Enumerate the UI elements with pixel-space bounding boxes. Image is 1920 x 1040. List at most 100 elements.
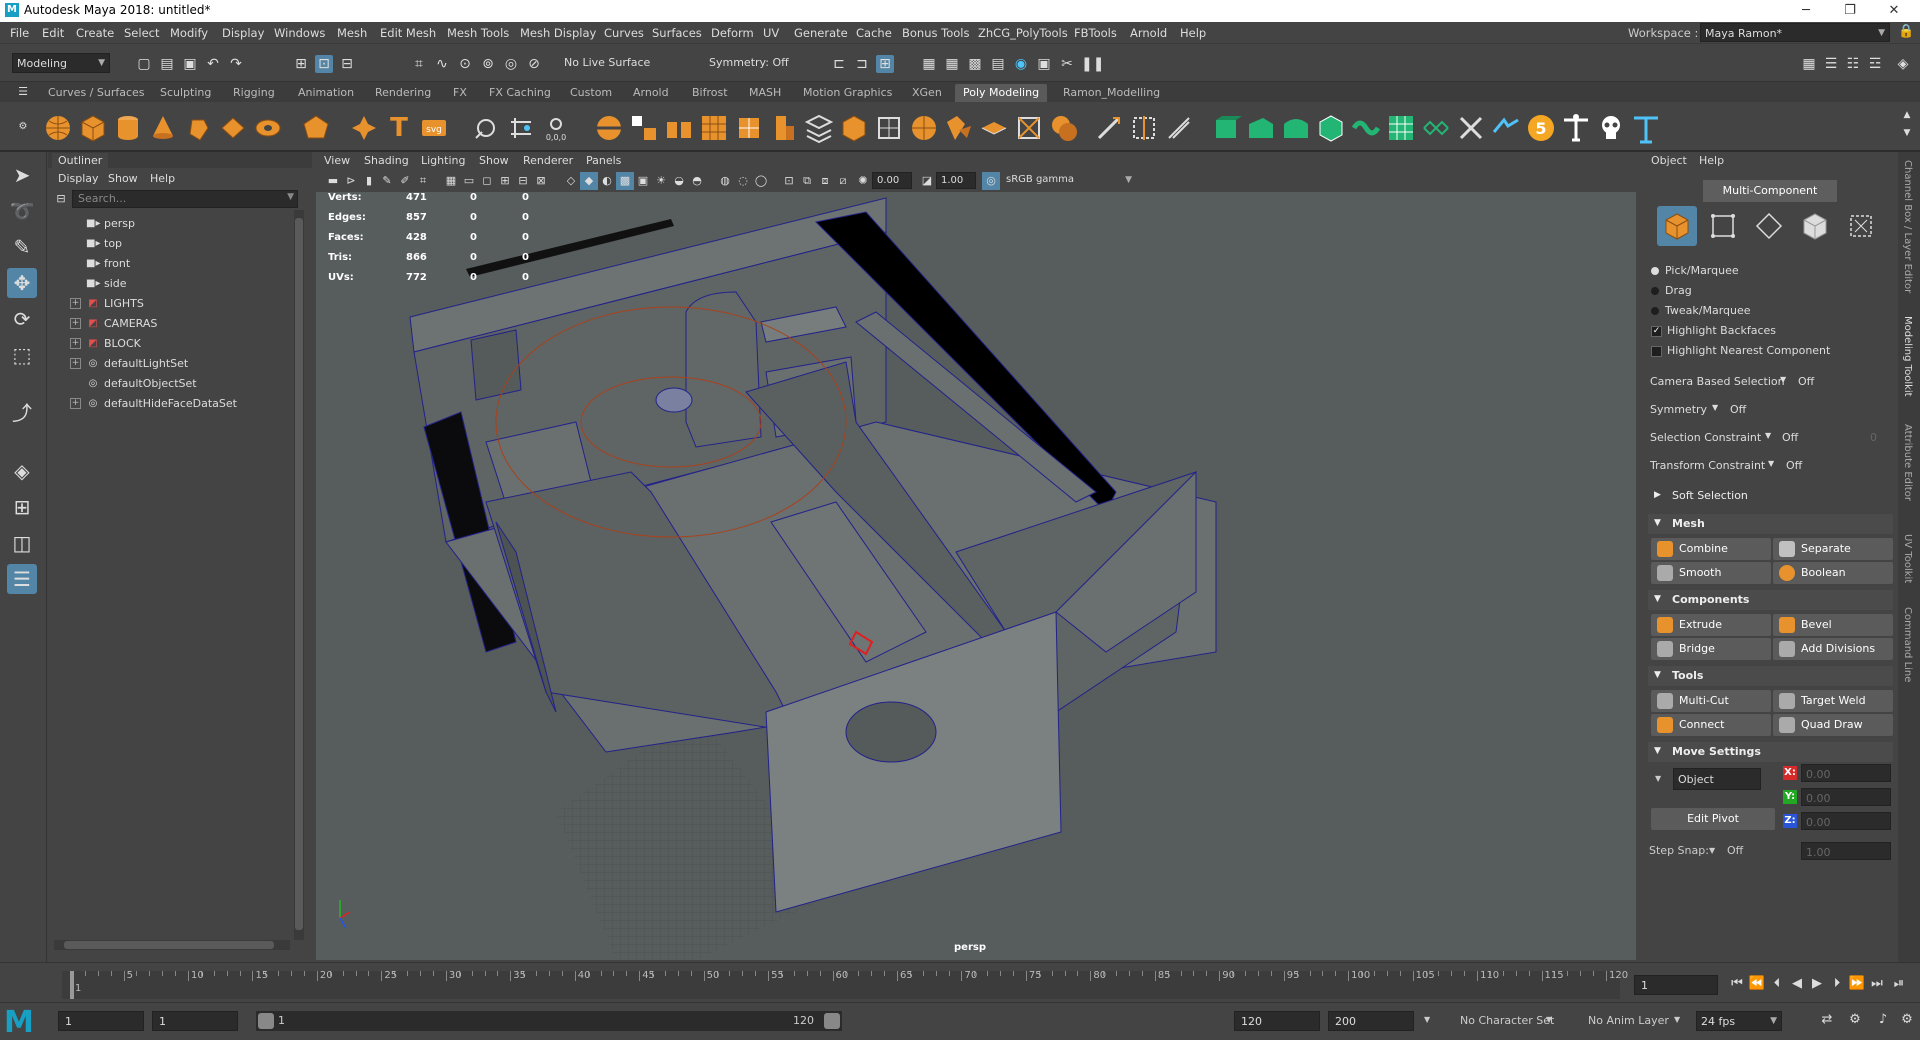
highlight-backfaces-checkbox[interactable]: ✓ Highlight Backfaces <box>1651 324 1776 337</box>
filter-icon[interactable]: ⊟ <box>52 190 70 208</box>
move-tool-icon[interactable]: ✥ <box>7 268 37 298</box>
toggle-attribute-icon[interactable]: ☰ <box>1822 55 1840 73</box>
outliner-item-side[interactable]: ■▸ side <box>48 274 298 294</box>
sew-uv-icon[interactable] <box>1420 112 1452 144</box>
shelf-tab-ramon-modelling[interactable]: Ramon_Modelling <box>1063 84 1160 102</box>
shelf-scroll-down-icon[interactable]: ▼ <box>1898 124 1916 142</box>
shelf-tab-poly-modeling[interactable]: Poly Modeling <box>955 84 1048 102</box>
transform-constraint-row[interactable]: Transform Constraint ▼ Off <box>1648 456 1893 476</box>
move-x-field[interactable]: 0.00 <box>1801 764 1891 782</box>
smooth-button[interactable]: Smooth <box>1651 562 1771 584</box>
symmetry-field[interactable]: Symmetry: Off <box>705 53 805 73</box>
use-all-lights-icon[interactable]: ☀ <box>652 172 670 190</box>
bridge-icon[interactable] <box>803 112 835 144</box>
expand-icon[interactable]: + <box>70 338 81 349</box>
grease-pencil-icon[interactable]: ✐ <box>396 172 414 190</box>
animation-prefs-icon[interactable]: ⚙ <box>1846 1011 1864 1029</box>
step-snap-field[interactable]: 1.00 <box>1801 842 1891 860</box>
combine-icon[interactable] <box>628 112 660 144</box>
viewport-menu-shading[interactable]: Shading <box>364 154 409 167</box>
playback-end-field[interactable]: 120 <box>1234 1011 1320 1031</box>
open-scene-icon[interactable]: ▤ <box>158 55 176 73</box>
undo-icon[interactable]: ↶ <box>204 55 222 73</box>
snap-live-icon[interactable]: ⊘ <box>525 55 543 73</box>
arnold-tools-icon[interactable]: ✂ <box>1058 55 1076 73</box>
auto-key-icon[interactable]: ⏯ <box>1890 975 1908 993</box>
safe-action-icon[interactable]: ⊟ <box>514 172 532 190</box>
menu-mesh-tools[interactable]: Mesh Tools <box>447 26 509 40</box>
four-view-layout-icon[interactable]: ⊞ <box>7 492 37 522</box>
bookmark-icon[interactable]: ⊳ <box>342 172 360 190</box>
tweak-marquee-option[interactable]: Tweak/Marquee <box>1651 304 1751 317</box>
step-back-key-icon[interactable]: ⏪ <box>1748 975 1766 993</box>
side-tab-command-line[interactable]: Command Line <box>1902 607 1913 687</box>
go-to-end-icon[interactable]: ⏭ <box>1868 975 1886 993</box>
outliner-menu-show[interactable]: Show <box>108 172 138 185</box>
menu-bonus-tools[interactable]: Bonus Tools <box>902 26 969 40</box>
arnold-ipr-icon[interactable]: ▣ <box>1035 55 1053 73</box>
uv-editor-icon[interactable] <box>1385 112 1417 144</box>
menu-zhcg-polytools[interactable]: ZhCG_PolyTools <box>978 26 1068 40</box>
camera-based-selection-row[interactable]: Camera Based Selection ▼ Off <box>1648 372 1893 392</box>
move-y-field[interactable]: 0.00 <box>1801 788 1891 806</box>
select-tool-icon[interactable]: ➤ <box>7 160 37 190</box>
outliner-tab[interactable]: Outliner <box>52 153 109 168</box>
anim-prefs-icon[interactable]: ⚙ <box>1898 1011 1916 1029</box>
outliner-search-input[interactable]: Search... ▼ <box>72 190 298 208</box>
tools-section-header[interactable]: ▼ Tools <box>1648 666 1893 686</box>
smooth-icon[interactable] <box>698 112 730 144</box>
minimize-button[interactable]: ─ <box>1784 1 1828 21</box>
svg-mesh-icon[interactable]: svg <box>418 112 450 144</box>
poly-cone-icon[interactable] <box>147 112 179 144</box>
bridge-button[interactable]: Bridge <box>1651 638 1771 660</box>
outliner-item-default-light-set[interactable]: + ◎ defaultLightSet <box>48 354 298 374</box>
cross-tool-icon[interactable] <box>1630 112 1662 144</box>
arnold-render-icon[interactable]: ◉ <box>1012 55 1030 73</box>
wedge-icon[interactable] <box>943 112 975 144</box>
extrude-icon[interactable] <box>768 112 800 144</box>
range-handle-end[interactable] <box>824 1013 840 1029</box>
subdivide-icon[interactable] <box>733 112 765 144</box>
outliner-horizontal-scrollbar[interactable] <box>54 940 290 950</box>
separate-icon[interactable] <box>663 112 695 144</box>
outliner-item-default-hide-face-data-set[interactable]: + ◎ defaultHideFaceDataSet <box>48 394 298 414</box>
poly-pipe-icon[interactable] <box>593 112 625 144</box>
cut-uv-icon[interactable] <box>1455 112 1487 144</box>
exposure-icon[interactable]: ✺ <box>854 172 872 190</box>
unfold-icon[interactable] <box>1490 112 1522 144</box>
time-ruler[interactable]: 1 5 10 15 20 25 30 35 40 45 50 55 60 65 70 75 80 85 90 95 10… <box>62 970 1628 999</box>
chevron-down-icon[interactable]: ▼ <box>1546 1015 1552 1024</box>
insert-edge-loop-icon[interactable] <box>1128 112 1160 144</box>
step-snap-value[interactable]: Off <box>1727 844 1743 857</box>
menu-display[interactable]: Display <box>222 26 264 40</box>
viewport-menu-show[interactable]: Show <box>479 154 509 167</box>
select-object-icon[interactable]: ⊡ <box>315 55 333 73</box>
chevron-down-icon[interactable]: ▼ <box>1424 1015 1430 1024</box>
side-tab-modeling-toolkit[interactable]: Modeling Toolkit <box>1902 316 1913 406</box>
scrollbar-thumb[interactable] <box>64 941 274 949</box>
side-tab-attribute-editor[interactable]: Attribute Editor <box>1902 424 1913 514</box>
scene-start-field[interactable]: 1 <box>58 1011 144 1031</box>
edit-pivot-button[interactable]: Edit Pivot <box>1651 808 1775 830</box>
poly-torus-icon[interactable] <box>182 112 214 144</box>
outliner-vertical-scrollbar[interactable] <box>294 210 304 940</box>
scale-tool-icon[interactable]: ⬚ <box>7 340 37 370</box>
menu-edit-mesh[interactable]: Edit Mesh <box>380 26 436 40</box>
two-view-layout-icon[interactable]: ◫ <box>7 528 37 558</box>
outliner-item-lights[interactable]: + ◩ LIGHTS <box>48 294 298 314</box>
wrap-icon[interactable] <box>1350 112 1382 144</box>
shelf-tab-sculpting[interactable]: Sculpting <box>160 84 211 102</box>
current-frame-field[interactable]: 1 <box>1634 975 1718 995</box>
skull-icon[interactable] <box>1595 112 1627 144</box>
outliner-item-persp[interactable]: ■▸ persp <box>48 214 298 234</box>
chamfer-icon[interactable] <box>1013 112 1045 144</box>
menu-edit[interactable]: Edit <box>42 26 64 40</box>
ipr-render-icon[interactable]: ▦ <box>943 55 961 73</box>
maximize-button[interactable]: ❐ <box>1828 1 1872 21</box>
menu-windows[interactable]: Windows <box>274 26 325 40</box>
t-pose-icon[interactable] <box>1560 112 1592 144</box>
poly-cube-icon[interactable] <box>77 112 109 144</box>
ambient-occlusion-icon[interactable]: ◓ <box>688 172 706 190</box>
toggle-outliner-icon[interactable]: ▦ <box>1800 55 1818 73</box>
shelf-menu-icon[interactable]: ☰ <box>14 83 32 101</box>
